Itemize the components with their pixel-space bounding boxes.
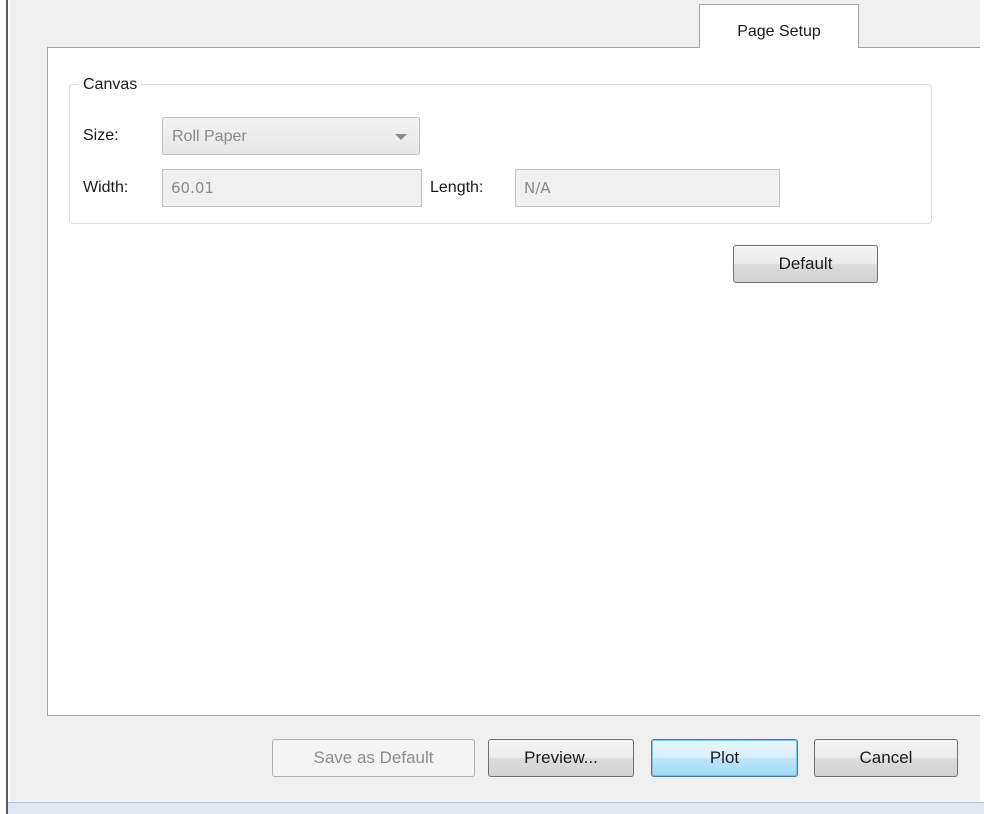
window-left-border: [0, 0, 8, 814]
window-bottom-frame: [8, 802, 984, 814]
width-field[interactable]: 60.01: [162, 169, 422, 207]
default-button[interactable]: Default: [733, 245, 878, 283]
save-as-default-button[interactable]: Save as Default: [272, 739, 475, 777]
chevron-down-icon[interactable]: [395, 134, 407, 140]
canvas-group-title: Canvas: [79, 74, 142, 96]
plot-button[interactable]: Plot: [651, 739, 798, 777]
tab-page-setup[interactable]: Page Setup: [699, 4, 859, 48]
preview-button[interactable]: Preview...: [488, 739, 634, 777]
length-field[interactable]: N/A: [515, 169, 780, 207]
page-setup-dialog: Page Setup Canvas Size: Roll Paper Width…: [0, 0, 984, 814]
cancel-button[interactable]: Cancel: [814, 739, 958, 777]
window-right-edge: [980, 0, 984, 814]
size-label: Size:: [83, 127, 119, 144]
size-dropdown-value: Roll Paper: [172, 128, 247, 145]
length-label: Length:: [430, 179, 484, 196]
size-dropdown[interactable]: Roll Paper: [162, 117, 420, 155]
width-label: Width:: [83, 179, 129, 196]
